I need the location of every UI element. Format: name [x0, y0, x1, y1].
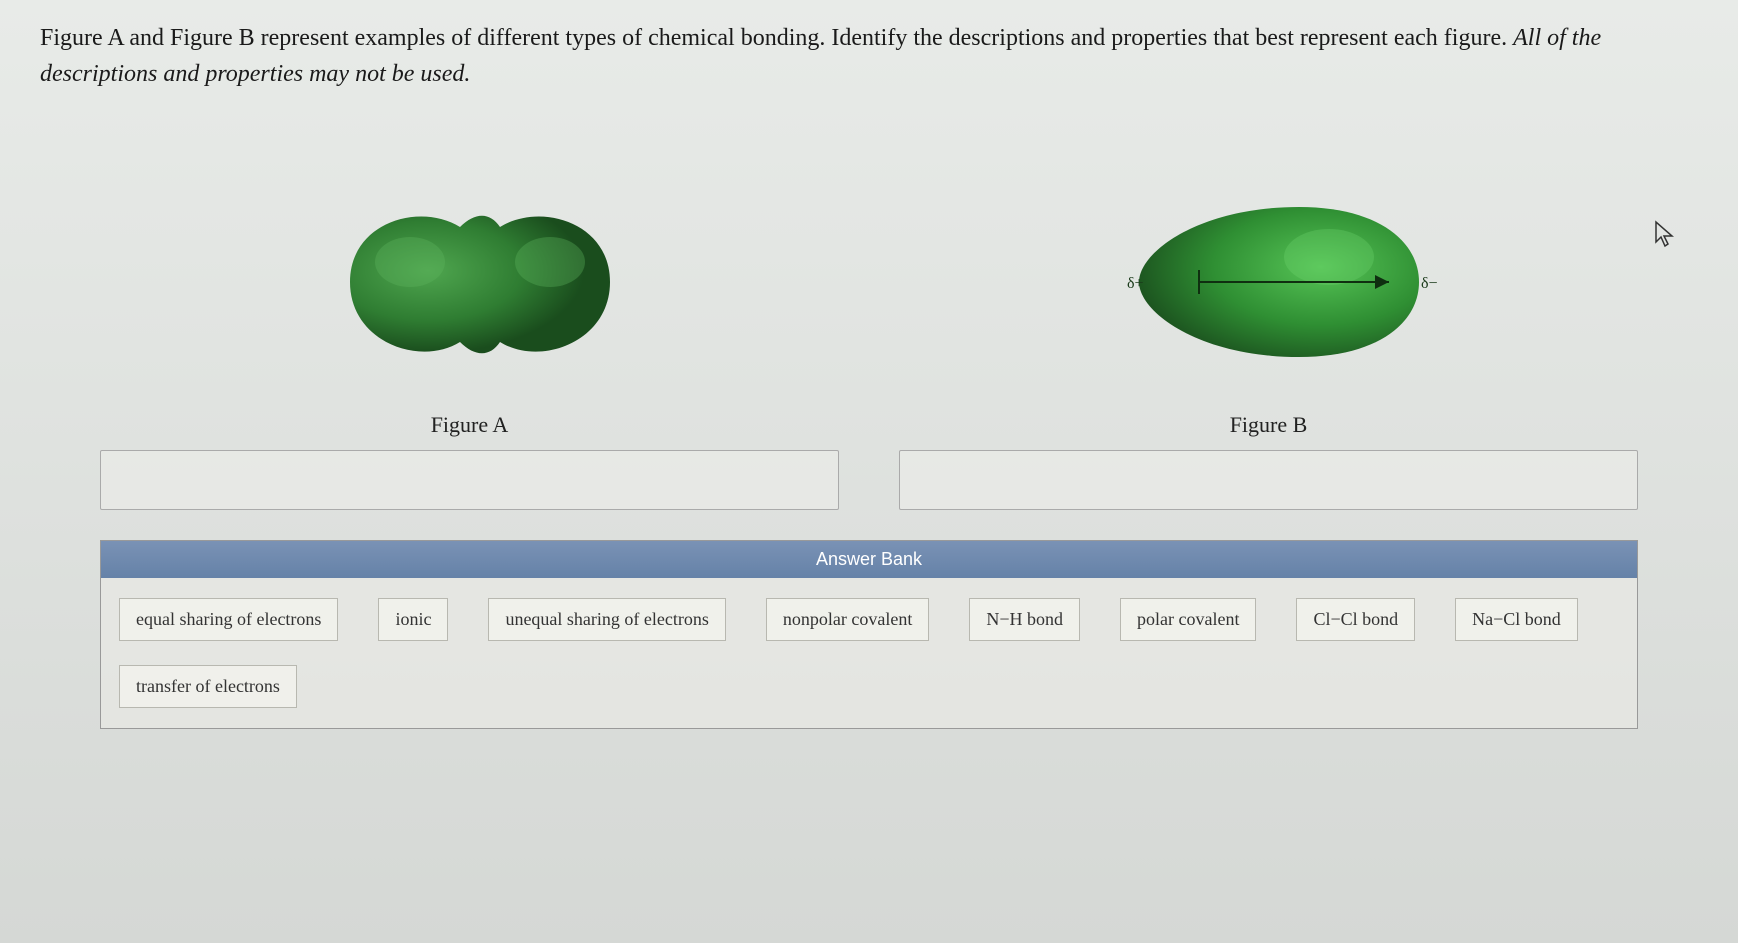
- answer-tile[interactable]: Cl−Cl bond: [1296, 598, 1415, 641]
- answer-tile[interactable]: ionic: [378, 598, 448, 641]
- figure-b-label: Figure B: [1230, 412, 1308, 438]
- answer-tile[interactable]: N−H bond: [969, 598, 1080, 641]
- answer-tile[interactable]: unequal sharing of electrons: [488, 598, 725, 641]
- figure-b-dropzone[interactable]: [899, 450, 1638, 510]
- answer-tile[interactable]: equal sharing of electrons: [119, 598, 338, 641]
- answer-bank: Answer Bank equal sharing of electrons i…: [100, 540, 1638, 729]
- answer-tile[interactable]: nonpolar covalent: [766, 598, 929, 641]
- answer-tile[interactable]: polar covalent: [1120, 598, 1256, 641]
- delta-minus-label: δ−: [1421, 275, 1438, 292]
- answer-bank-header: Answer Bank: [101, 541, 1637, 578]
- question-main: Figure A and Figure B represent examples…: [40, 25, 1513, 51]
- figures-container: Figure A δ+ δ− Figure B: [40, 172, 1698, 510]
- answer-bank-body: equal sharing of electrons ionic unequal…: [101, 578, 1637, 728]
- figure-b-shape: δ+ δ−: [1079, 172, 1459, 392]
- answer-tile[interactable]: transfer of electrons: [119, 665, 297, 708]
- figure-a-shape: [290, 172, 650, 392]
- figure-a-dropzone[interactable]: [100, 450, 839, 510]
- figure-b-block: δ+ δ− Figure B: [899, 172, 1638, 510]
- answer-tile[interactable]: Na−Cl bond: [1455, 598, 1578, 641]
- figure-a-block: Figure A: [100, 172, 839, 510]
- question-text: Figure A and Figure B represent examples…: [40, 20, 1698, 92]
- delta-plus-label: δ+: [1127, 275, 1144, 292]
- figure-a-label: Figure A: [431, 412, 509, 438]
- cursor-icon: [1654, 220, 1678, 255]
